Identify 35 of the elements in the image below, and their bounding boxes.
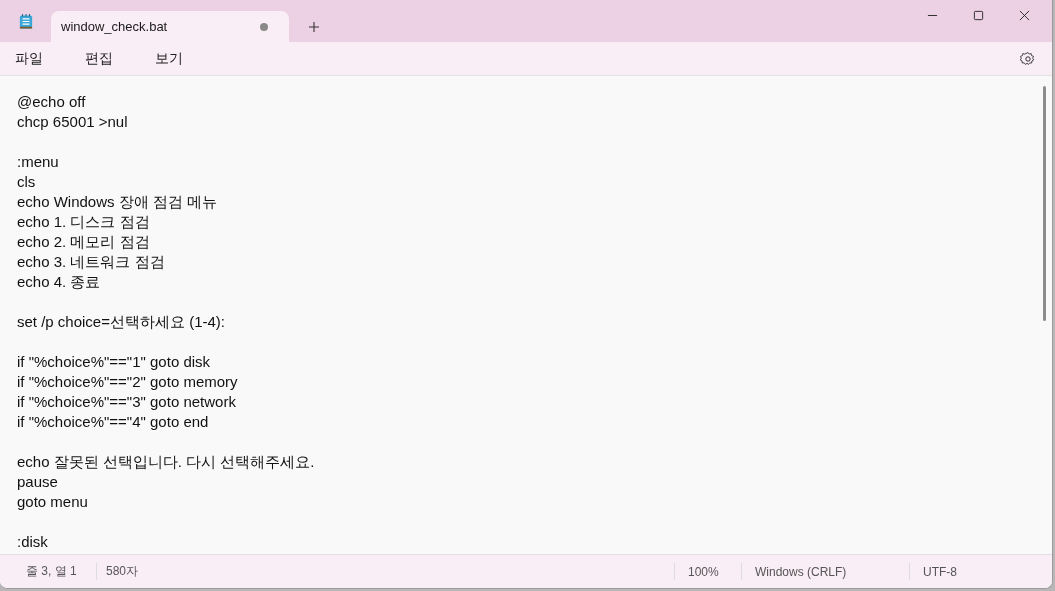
scrollbar-thumb[interactable]	[1043, 86, 1046, 321]
code-line: set /p choice=선택하세요 (1-4):	[17, 312, 226, 332]
code-line: :disk	[17, 532, 49, 552]
code-line: @echo off	[17, 92, 87, 112]
menu-item[interactable]: 파일	[0, 45, 57, 72]
code-line: chcp 65001 >nul	[17, 112, 129, 132]
code-line: echo 2. 메모리 점검	[17, 232, 151, 252]
code-line: cls	[17, 172, 37, 192]
zoom-level: 100%	[688, 564, 719, 579]
code-line: if "%choice%"=="2" goto memory	[17, 372, 239, 392]
code-line: echo 잘못된 선택입니다. 다시 선택해주세요.	[17, 452, 316, 472]
code-line: echo 4. 종료	[17, 272, 102, 292]
menu-item[interactable]: 편집	[70, 45, 127, 72]
code-line: echo 3. 네트워크 점검	[17, 252, 166, 272]
code-line: if "%choice%"=="1" goto disk	[17, 352, 212, 372]
plus-icon	[308, 20, 320, 33]
code-line: goto menu	[17, 492, 89, 512]
maximize-icon	[972, 9, 984, 21]
code-line: echo Windows 장애 점검 메뉴	[17, 192, 219, 212]
tab-title: window_check.bat	[61, 19, 169, 34]
code-line: if "%choice%"=="4" goto end	[17, 412, 210, 432]
unsaved-dot-icon	[260, 22, 268, 31]
code-line: echo 1. 디스크 점검	[17, 212, 151, 232]
line-ending: Windows (CRLF)	[755, 564, 847, 579]
close-icon	[1018, 9, 1030, 21]
code-line: pause	[17, 472, 59, 492]
cursor-position: 줄 3, 열 1	[26, 563, 77, 580]
notepad-icon	[19, 13, 33, 30]
menu-item[interactable]: 보기	[140, 45, 197, 72]
settings-icon[interactable]	[1020, 50, 1036, 67]
code-line: :menu	[17, 152, 60, 172]
character-count: 580자	[106, 563, 139, 580]
code-line: if "%choice%"=="3" goto network	[17, 392, 237, 412]
file-tab[interactable]: window_check.bat	[51, 11, 289, 42]
encoding: UTF-8	[923, 564, 957, 579]
